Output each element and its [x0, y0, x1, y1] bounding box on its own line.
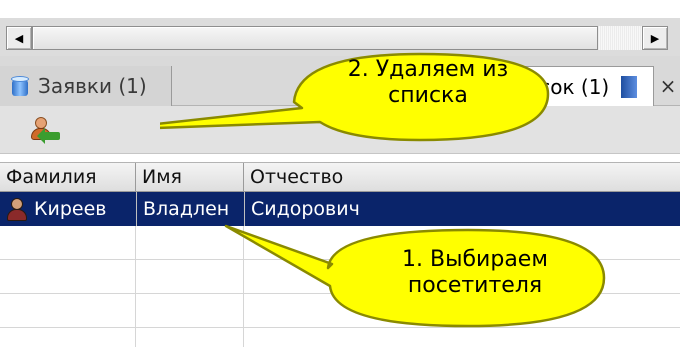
person-icon [6, 197, 28, 221]
grid-header: Фамилия Имя Отчество [0, 162, 680, 192]
cell-surname: Киреев [0, 192, 136, 226]
tab-zayavki[interactable]: Заявки (1) [0, 66, 172, 106]
callout-select-line2: посетителя [407, 273, 543, 298]
window-top-area [0, 0, 680, 18]
column-header-name[interactable]: Имя [136, 163, 244, 191]
scroll-right-arrow-icon: ▶ [650, 31, 660, 45]
callout-delete-line2: списка [388, 83, 468, 108]
jar-icon [10, 75, 30, 97]
surname-text: Киреев [34, 198, 107, 220]
callout-delete-text: 2. Удаляем из списка [310, 57, 546, 109]
column-header-patronymic[interactable]: Отчество [244, 163, 680, 191]
remove-visitor-button[interactable] [28, 114, 60, 146]
callout-select-line1: 1. Выбираем [402, 247, 548, 272]
scroll-left-arrow-icon: ◀ [14, 31, 24, 45]
tab-zayavki-label: Заявки (1) [38, 74, 147, 98]
column-divider [135, 226, 136, 347]
callout-select-text: 1. Выбираем посетителя [340, 247, 610, 299]
callout-delete-from-list: 2. Удаляем из списка [100, 38, 560, 158]
close-tab-button[interactable]: × [656, 66, 680, 106]
callout-select-visitor: 1. Выбираем посетителя [200, 208, 610, 328]
callout-delete-line1: 2. Удаляем из [347, 57, 509, 82]
remove-arrow-icon [37, 128, 60, 144]
app-window: ◀ ▶ Заявки (1) ый список (1) × Фамилия И… [0, 0, 680, 347]
list-flag-icon [621, 75, 638, 98]
close-icon: × [659, 74, 677, 98]
scroll-left-button[interactable]: ◀ [6, 26, 32, 50]
column-header-surname[interactable]: Фамилия [0, 163, 136, 191]
scroll-right-button[interactable]: ▶ [642, 26, 668, 50]
